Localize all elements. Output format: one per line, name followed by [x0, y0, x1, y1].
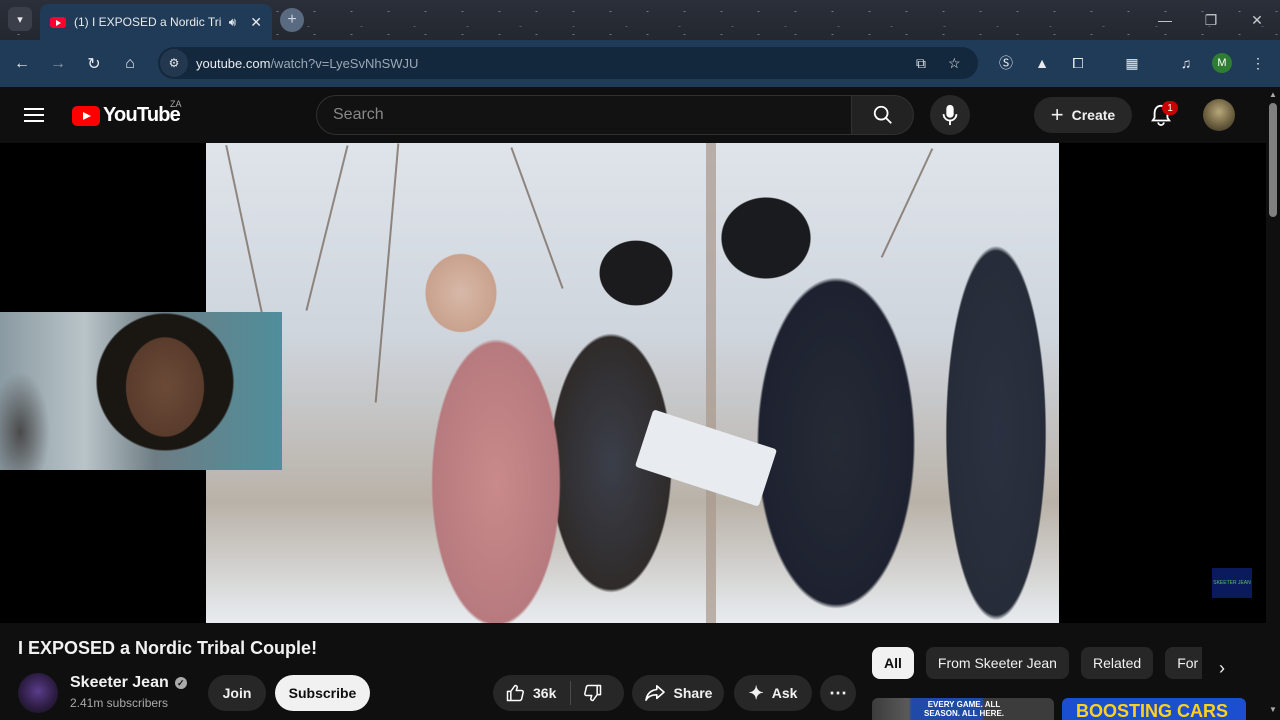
speaker-icon[interactable]: 🔊︎ [229, 15, 237, 30]
join-label: Join [222, 685, 252, 701]
close-tab-icon[interactable]: ✕ [250, 14, 262, 31]
channel-watermark[interactable]: SKEETER JEAN [1212, 568, 1252, 598]
scrollbar-thumb[interactable] [1269, 103, 1277, 217]
video-title: I EXPOSED a Nordic Tribal Couple! [18, 638, 318, 658]
new-tab-button[interactable]: + [280, 8, 304, 32]
create-button[interactable]: + Create [1034, 97, 1132, 133]
more-actions-button[interactable]: ⋯ [820, 675, 856, 711]
youtube-logo-text: YouTube [103, 104, 181, 126]
verified-badge-icon: ✓ [174, 677, 187, 689]
sparkle-icon: ✦ [748, 682, 764, 703]
channel-name-row[interactable]: Skeeter Jean ✓ [70, 674, 187, 692]
browser-tab-active[interactable]: (1) I EXPOSED a Nordic Triba 🔊︎ ✕ [40, 4, 272, 40]
create-label: Create [1071, 107, 1116, 123]
scroll-up-arrow-icon[interactable]: ▲ [1269, 90, 1277, 99]
side-panel-icon[interactable]: ▦ [1122, 53, 1142, 73]
media-controls-icon[interactable]: ♫ [1176, 53, 1196, 73]
notification-badge: 1 [1162, 101, 1178, 115]
like-count: 36k [533, 685, 557, 701]
site-info-icon[interactable]: ⚙︎ [160, 49, 188, 77]
search-button[interactable] [852, 95, 914, 135]
thumbs-down-icon [584, 684, 602, 702]
chevron-right-icon[interactable]: › [1206, 652, 1238, 684]
scroll-down-arrow-icon[interactable]: ▼ [1269, 705, 1277, 714]
like-dislike-bar: 36k [493, 675, 624, 711]
youtube-favicon-icon [50, 16, 66, 28]
subscribe-label: Subscribe [288, 685, 357, 701]
url-text[interactable]: youtube.com/watch?v=LyeSvNhSWJU [196, 56, 418, 71]
youtube-header: YouTube ZA + Create 1 [0, 87, 1266, 143]
page-scrollbar[interactable]: ▲ ▼ [1266, 87, 1280, 720]
ask-button[interactable]: ✦ Ask [734, 675, 812, 711]
home-icon[interactable]: ⌂ [116, 50, 144, 78]
share-arrow-icon [644, 684, 665, 702]
share-button[interactable]: Share [632, 675, 724, 711]
chip-from-channel[interactable]: From Skeeter Jean [925, 647, 1069, 679]
chip-related[interactable]: Related [1080, 647, 1154, 679]
streamer-facecam [0, 312, 282, 470]
recommendation-thumbnail[interactable]: BOOSTING CARS [1062, 698, 1246, 720]
extension-s-icon[interactable]: Ⓢ [996, 53, 1016, 73]
thumbs-up-icon [506, 684, 524, 702]
like-button[interactable]: 36k [493, 681, 572, 705]
youtube-play-icon [72, 105, 100, 126]
close-window-button[interactable]: ✕ [1234, 0, 1280, 40]
plus-icon: + [1050, 102, 1064, 127]
youtube-logo[interactable]: YouTube ZA [72, 99, 182, 127]
reload-icon[interactable]: ↻ [80, 50, 108, 78]
join-button[interactable]: Join [208, 675, 266, 711]
browser-menu-icon[interactable]: ⋮ [1248, 53, 1268, 73]
minimize-window-button[interactable]: — [1142, 0, 1188, 40]
video-frame[interactable] [206, 143, 1059, 623]
hamburger-menu-icon[interactable] [24, 103, 48, 127]
notifications-button[interactable]: 1 [1144, 99, 1178, 131]
back-arrow-icon[interactable]: ← [8, 50, 36, 78]
extensions-puzzle-icon[interactable]: ⧠ [1068, 53, 1088, 73]
forward-arrow-icon[interactable]: → [44, 50, 72, 78]
address-bar[interactable]: ⚙︎ youtube.com/watch?v=LyeSvNhSWJU [158, 47, 978, 79]
channel-name[interactable]: Skeeter Jean [70, 674, 169, 692]
recommendation-chips: All From Skeeter Jean Related For [872, 647, 1202, 679]
browser-toolbar: ← → ↻ ⌂ ⚙︎ youtube.com/watch?v=LyeSvNhSW… [0, 40, 1280, 87]
microphone-icon [942, 104, 958, 126]
tab-search-button[interactable]: ▾ [8, 7, 32, 31]
more-horizontal-icon: ⋯ [829, 682, 847, 703]
search-icon [873, 105, 892, 124]
thumbnail-text: BOOSTING CARS [1076, 701, 1229, 720]
bookmark-star-icon[interactable]: ☆ [948, 55, 961, 72]
account-avatar[interactable] [1203, 99, 1235, 131]
share-label: Share [673, 685, 713, 701]
ask-label: Ask [771, 685, 798, 701]
search-input[interactable] [333, 106, 851, 124]
subscriber-count: 2.41m subscribers [70, 696, 169, 710]
voice-search-button[interactable] [930, 95, 970, 135]
chip-for-you[interactable]: For [1165, 647, 1202, 679]
subscribe-button[interactable]: Subscribe [275, 675, 370, 711]
google-drive-icon[interactable]: ▲ [1032, 53, 1052, 73]
channel-avatar[interactable] [18, 673, 58, 713]
dislike-button[interactable] [571, 683, 615, 703]
restore-window-button[interactable]: ❐ [1188, 0, 1234, 40]
profile-avatar[interactable]: M [1212, 53, 1232, 73]
thumbnail-text: EVERY GAME. ALL SEASON. ALL HERE. [923, 700, 1004, 718]
region-code: ZA [170, 99, 182, 109]
install-app-icon[interactable]: ⧉ [916, 55, 926, 72]
browser-tab-bar: ▾ (1) I EXPOSED a Nordic Triba 🔊︎ ✕ + — … [0, 0, 1280, 40]
recommendation-thumbnails: EVERY GAME. ALL SEASON. ALL HERE. BOOSTI… [872, 698, 1252, 720]
recommendation-thumbnail[interactable]: EVERY GAME. ALL SEASON. ALL HERE. [872, 698, 1054, 720]
chip-all[interactable]: All [872, 647, 914, 679]
search-box[interactable] [316, 95, 852, 135]
video-player[interactable]: SKEETER JEAN [0, 143, 1266, 623]
tab-title: (1) I EXPOSED a Nordic Triba [74, 15, 221, 29]
